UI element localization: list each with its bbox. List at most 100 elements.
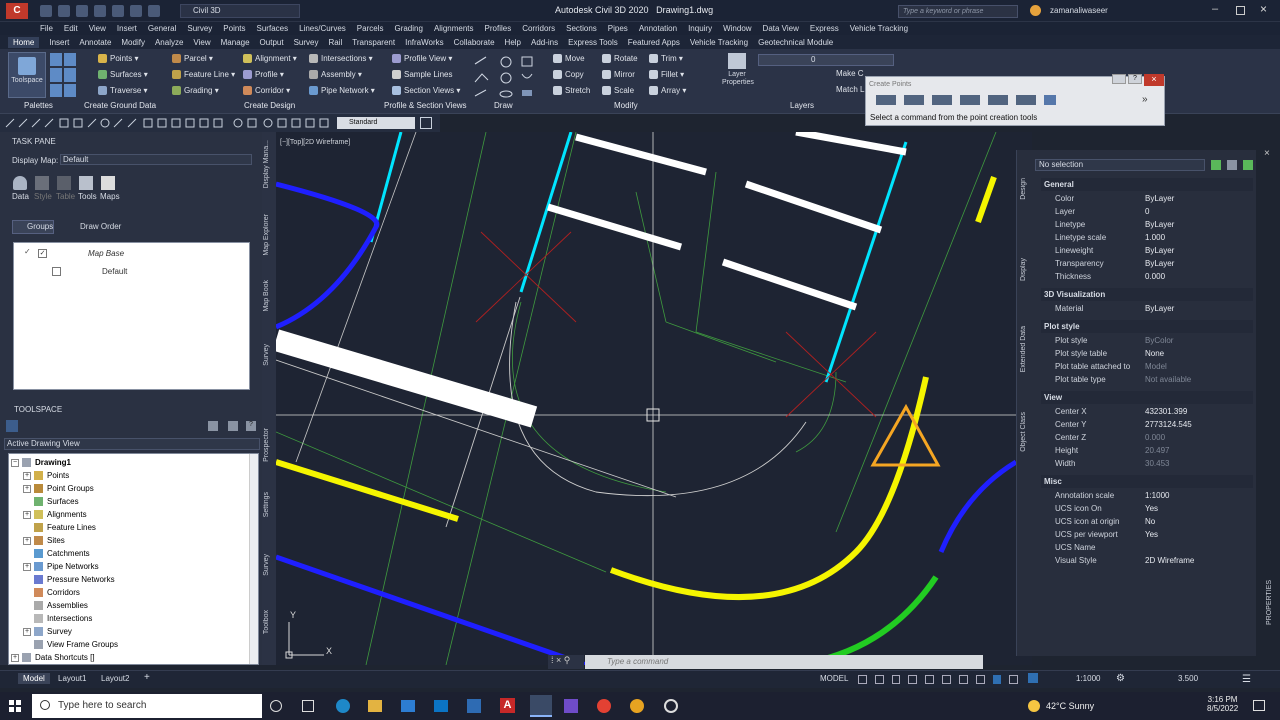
prop-value[interactable]: 0 [1145, 207, 1149, 216]
workspace-selector[interactable]: Civil 3D [180, 4, 300, 18]
prop-value[interactable]: ByColor [1145, 336, 1173, 345]
viewport-label[interactable]: [−][Top][2D Wireframe] [280, 139, 350, 146]
profile-button[interactable]: Profile ▾ [243, 70, 284, 80]
tab-analyze[interactable]: Analyze [155, 38, 183, 47]
menu-file[interactable]: File [40, 24, 53, 33]
workspace-gear-icon[interactable]: ⚙ [1116, 673, 1125, 684]
tree-item[interactable]: Intersections [34, 612, 92, 625]
annotation-scale[interactable]: 1:1000 [1076, 674, 1100, 683]
quick-select-icon[interactable] [1243, 160, 1253, 170]
style-dropdown[interactable]: Standard [337, 117, 415, 129]
collapse-icon[interactable]: ✓ [24, 248, 32, 257]
menu-window[interactable]: Window [723, 24, 751, 33]
prop-row[interactable]: Center Z 0.000 [1017, 433, 1255, 445]
prop-value[interactable]: 20.497 [1145, 446, 1169, 455]
tab-modify[interactable]: Modify [121, 38, 145, 47]
rotate-button[interactable]: Rotate [602, 54, 638, 64]
drawing-canvas[interactable]: [−][Top][2D Wireframe] X Y [276, 132, 1032, 665]
traverse-button[interactable]: Traverse ▾ [98, 86, 148, 96]
prop-section-header[interactable]: View [1041, 391, 1253, 404]
close-icon[interactable]: × [1260, 2, 1267, 16]
section-views-button[interactable]: Section Views ▾ [392, 86, 460, 96]
modify-label[interactable]: Modify [614, 101, 638, 110]
drawing-svg[interactable] [276, 132, 1032, 665]
fillet-button[interactable]: Fillet ▾ [649, 70, 684, 80]
close-dialog-icon[interactable]: × [1144, 74, 1164, 86]
prop-row[interactable]: Height 20.497 [1017, 446, 1255, 458]
tab-transparent[interactable]: Transparent [352, 38, 395, 47]
palette-icon[interactable] [64, 83, 76, 97]
alignment-button[interactable]: Alignment ▾ [243, 54, 297, 64]
notifications-icon[interactable] [1253, 700, 1265, 711]
prop-section-header[interactable]: Misc [1041, 475, 1253, 488]
prop-row[interactable]: UCS Name [1017, 543, 1255, 555]
help-icon[interactable]: ? [1128, 74, 1142, 84]
layer-dropdown[interactable]: 0 [758, 54, 894, 66]
prop-row[interactable]: Material ByLayer [1017, 304, 1255, 316]
menu-insert[interactable]: Insert [117, 24, 137, 33]
toolbar-icons[interactable] [4, 114, 340, 132]
tree-scrollbar[interactable] [249, 454, 258, 664]
selection-cycling-icon[interactable] [1009, 675, 1019, 684]
prop-value[interactable]: 1:1000 [1145, 491, 1169, 500]
palette-icon[interactable] [50, 68, 62, 82]
tree-root[interactable]: − Drawing1 [11, 456, 71, 469]
tab-annotate[interactable]: Annotate [79, 38, 111, 47]
table-tool[interactable]: Table [56, 176, 75, 201]
civil3d-taskbar-icon[interactable] [530, 695, 552, 717]
help-search-input[interactable]: Type a keyword or phrase [898, 5, 1018, 18]
trim-button[interactable]: Trim ▾ [649, 54, 683, 64]
prop-row[interactable]: Transparency ByLayer [1017, 259, 1255, 271]
prop-row[interactable]: Visual Style 2D Wireframe [1017, 556, 1255, 568]
prop-row[interactable]: Plot style ByColor [1017, 336, 1255, 348]
tab-insert[interactable]: Insert [49, 38, 69, 47]
layer-properties-button[interactable]: Layer Properties [722, 52, 754, 98]
move-button[interactable]: Move [553, 54, 585, 64]
prop-row[interactable]: Thickness 0.000 [1017, 272, 1255, 284]
print-icon[interactable] [112, 5, 124, 17]
prop-value[interactable]: Not available [1145, 375, 1191, 384]
tab-express-tools[interactable]: Express Tools [568, 38, 618, 47]
prop-row[interactable]: Plot style table None [1017, 349, 1255, 361]
toolspace-button[interactable]: Toolspace [8, 52, 46, 98]
toolspace-settings-icon[interactable] [208, 421, 218, 431]
isodraft-icon[interactable] [925, 675, 935, 684]
lineweight-icon[interactable] [975, 675, 985, 684]
profile-view-button[interactable]: Profile View ▾ [392, 54, 452, 64]
prop-section-header[interactable]: Plot style [1041, 320, 1253, 333]
user-name[interactable]: zamanaliwaseer [1050, 6, 1108, 15]
elevation-value[interactable]: 3.500 [1178, 674, 1198, 683]
tab-map-explorer[interactable]: Map Explorer [263, 214, 270, 256]
grading-button[interactable]: Grading ▾ [172, 86, 219, 96]
prop-row[interactable]: Annotation scale 1:1000 [1017, 491, 1255, 503]
prop-value[interactable]: ByLayer [1145, 220, 1174, 229]
chrome-icon[interactable] [597, 699, 611, 713]
points-button[interactable]: Points ▾ [98, 54, 138, 64]
tree-item[interactable]: + Alignments [23, 508, 87, 521]
default-checkbox[interactable] [52, 267, 61, 276]
display-map-dropdown[interactable]: Default [60, 154, 252, 165]
assembly-button[interactable]: Assembly ▾ [309, 70, 362, 80]
surfaces-button[interactable]: Surfaces ▾ [98, 70, 148, 80]
select-objects-icon[interactable] [1227, 160, 1237, 170]
point-surface-icon[interactable] [960, 95, 980, 105]
menu-inquiry[interactable]: Inquiry [688, 24, 712, 33]
file-explorer-icon[interactable] [368, 700, 382, 712]
chrome-profile-icon[interactable] [630, 699, 644, 713]
point-alignment-icon[interactable] [932, 95, 952, 105]
prop-row[interactable]: Center X 432301.399 [1017, 407, 1255, 419]
tab-output[interactable]: Output [260, 38, 284, 47]
tree-item[interactable]: Catchments [34, 547, 90, 560]
parcel-button[interactable]: Parcel ▾ [172, 54, 213, 64]
task-view-icon[interactable] [302, 700, 314, 712]
layout-tab-model[interactable]: Model [18, 673, 50, 684]
settings-icon[interactable] [664, 699, 678, 713]
prop-value[interactable]: Model [1145, 362, 1167, 371]
osnap-icon[interactable] [958, 675, 968, 684]
stretch-button[interactable]: Stretch [553, 86, 590, 96]
tree-item[interactable]: + Point Groups [23, 482, 94, 495]
corridor-button[interactable]: Corridor ▾ [243, 86, 290, 96]
cmdline-controls[interactable]: ⁞ × ⚲ [548, 655, 584, 669]
tree-item[interactable]: + Survey [23, 625, 72, 638]
prop-value[interactable]: ByLayer [1145, 259, 1174, 268]
